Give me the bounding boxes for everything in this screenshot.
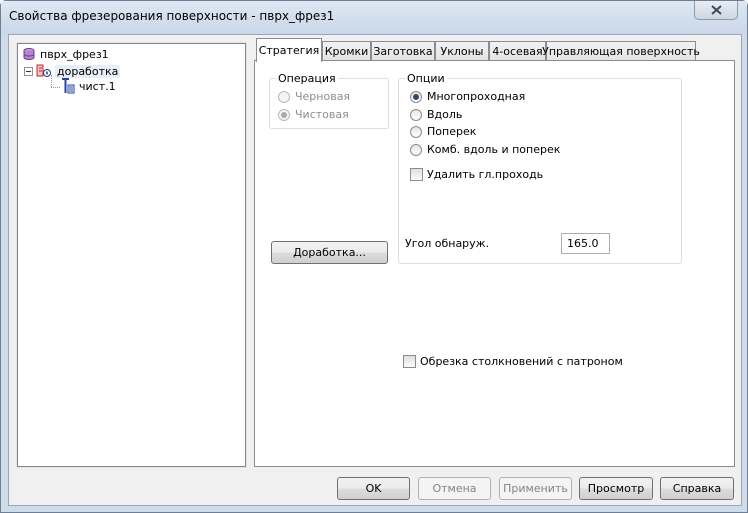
angle-field-value: 165.0 [567, 237, 599, 250]
tree-item-root-label: пврх_фрез1 [40, 47, 109, 61]
tree-item-rework[interactable]: доработка [24, 63, 121, 79]
rough-radio-indicator[interactable] [278, 90, 290, 103]
along-radio-indicator[interactable] [410, 108, 422, 121]
ok-button[interactable]: OK [337, 477, 410, 500]
window-title: Свойства фрезерования поверхности - пврх… [9, 9, 335, 23]
combined-radio-label: Комб. вдоль и поперек [427, 143, 561, 156]
database-icon [23, 48, 35, 60]
cancel-button-label: Отмена [432, 482, 477, 495]
tree-item-finish[interactable]: чист.1 [61, 78, 116, 94]
rework-button[interactable]: Доработка... [271, 241, 388, 264]
rough-radio-label: Черновая [295, 90, 351, 103]
across-radio-indicator[interactable] [410, 125, 422, 138]
tab-4-axis-label: 4-осевая [492, 45, 543, 58]
cancel-button[interactable]: Отмена [418, 477, 491, 500]
tab-edges[interactable]: Кромки [322, 41, 371, 61]
close-button[interactable] [694, 1, 738, 20]
finish-radio-label: Чистовая [295, 108, 349, 121]
tree-connector [51, 87, 60, 88]
remove-pass-checkbox-box[interactable] [410, 168, 423, 181]
tab-stock-label: Заготовка [373, 45, 433, 58]
preview-button-label: Просмотр [587, 482, 645, 495]
tab-control-surface-label: Управляющая поверхность [542, 45, 700, 58]
tree-item-root[interactable]: пврх_фрез1 [22, 46, 109, 62]
tab-edges-label: Кромки [324, 45, 369, 58]
combined-radio[interactable]: Комб. вдоль и поперек [410, 143, 560, 156]
help-button[interactable]: Справка [660, 477, 734, 500]
options-group: Опции Многопроходная Вдоль Поперек Комб.… [398, 72, 682, 264]
apply-button-label: Применить [503, 482, 568, 495]
along-radio-label: Вдоль [427, 108, 463, 121]
across-radio[interactable]: Поперек [410, 125, 476, 138]
tree-connector [51, 75, 52, 87]
angle-label: Угол обнаруж. [405, 237, 490, 250]
multipass-radio-indicator[interactable] [410, 90, 422, 103]
strategy-tab-panel: Операция Черновая Чистовая Опции Многопр… [254, 60, 735, 467]
dialog-client-area: пврх_фрез1 доработка чист.1 Стратегия Кр… [8, 34, 742, 506]
remove-pass-checkbox[interactable]: Удалить гл.проходь [410, 168, 543, 181]
tree-item-finish-label: чист.1 [79, 79, 116, 93]
tree-item-rework-label: доработка [55, 64, 121, 78]
finish-radio-indicator[interactable] [278, 108, 290, 121]
tab-strategy[interactable]: Стратегия [256, 38, 322, 62]
operation-group-legend: Операция [276, 72, 338, 85]
options-group-legend: Опции [405, 72, 447, 85]
collapse-icon[interactable] [24, 66, 33, 76]
apply-button[interactable]: Применить [499, 477, 572, 500]
tool-icon [62, 78, 75, 94]
across-radio-label: Поперек [427, 125, 477, 138]
along-radio[interactable]: Вдоль [410, 108, 462, 121]
tab-strategy-label: Стратегия [258, 44, 320, 57]
tab-control-surface[interactable]: Управляющая поверхность [542, 41, 700, 61]
rough-radio[interactable]: Черновая [278, 90, 350, 103]
tab-drafts-label: Уклоны [440, 45, 484, 58]
operation-group: Операция Черновая Чистовая [269, 72, 389, 129]
close-icon [710, 5, 722, 15]
ok-button-label: OK [365, 482, 382, 495]
dialog-window: Свойства фрезерования поверхности - пврх… [0, 0, 748, 513]
help-button-label: Справка [672, 482, 722, 495]
rework-button-label: Доработка... [293, 246, 366, 259]
multipass-radio[interactable]: Многопроходная [410, 90, 525, 103]
title-bar[interactable]: Свойства фрезерования поверхности - пврх… [1, 1, 747, 34]
angle-field[interactable]: 165.0 [561, 233, 610, 254]
collision-trim-checkbox-box[interactable] [403, 355, 416, 368]
multipass-radio-label: Многопроходная [427, 90, 526, 103]
tab-stock[interactable]: Заготовка [371, 41, 435, 61]
tab-drafts[interactable]: Уклоны [435, 41, 489, 61]
preview-button[interactable]: Просмотр [579, 477, 653, 500]
combined-radio-indicator[interactable] [410, 143, 422, 156]
remove-pass-checkbox-label: Удалить гл.проходь [427, 168, 544, 181]
finish-radio[interactable]: Чистовая [278, 108, 349, 121]
rework-operation-icon [36, 64, 51, 77]
collision-trim-checkbox[interactable]: Обрезка столкновений с патроном [403, 355, 623, 368]
collision-trim-checkbox-label: Обрезка столкновений с патроном [420, 355, 623, 368]
tab-4-axis[interactable]: 4-осевая [489, 41, 546, 61]
operation-tree[interactable]: пврх_фрез1 доработка чист.1 [17, 43, 246, 467]
